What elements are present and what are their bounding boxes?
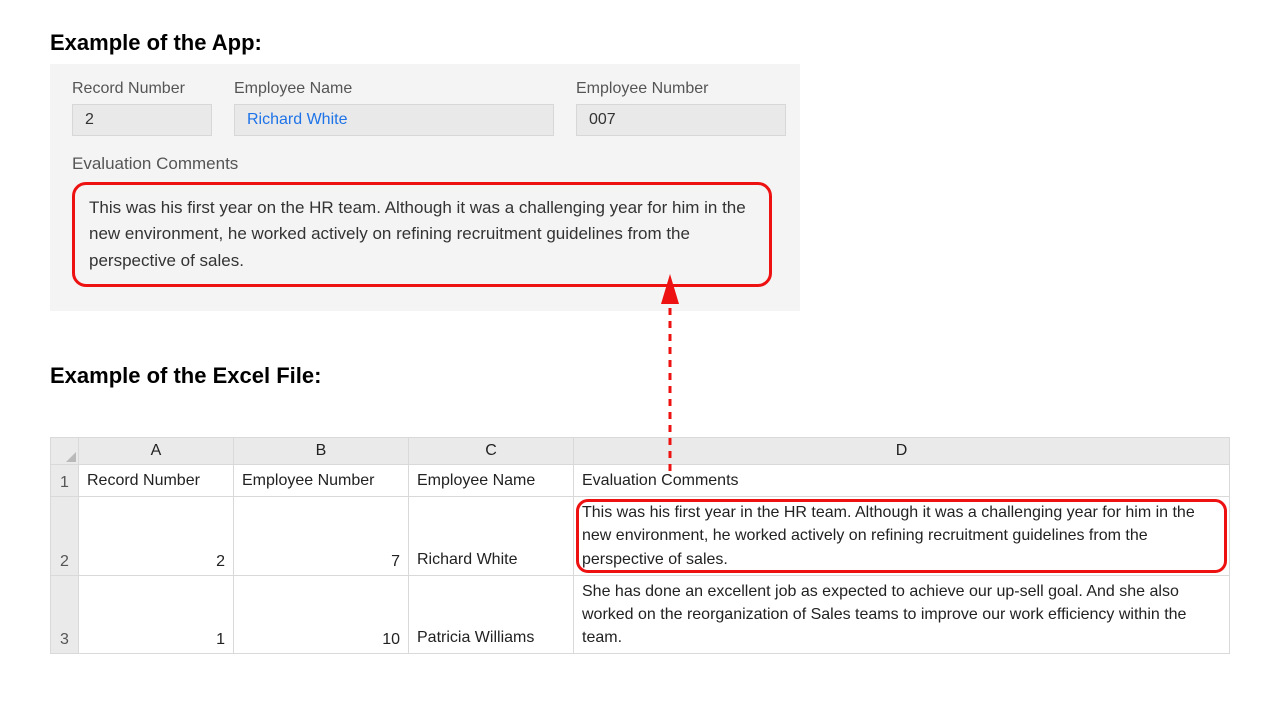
annotation-arrow-icon	[620, 281, 720, 501]
cell-b3[interactable]: 10	[234, 575, 409, 654]
cell-d2-text: This was his first year in the HR team. …	[582, 504, 1195, 567]
row-header-1[interactable]: 1	[51, 465, 79, 497]
select-all-corner[interactable]	[51, 438, 79, 465]
table-row: 3 1 10 Patricia Williams She has done an…	[51, 575, 1230, 654]
section-title-app: Example of the App:	[50, 30, 1230, 56]
cell-a2[interactable]: 2	[79, 497, 234, 576]
cell-c1[interactable]: Employee Name	[409, 465, 574, 497]
row-header-2[interactable]: 2	[51, 497, 79, 576]
field-label: Record Number	[72, 80, 212, 98]
field-value-empno: 007	[576, 104, 786, 136]
field-record-number: Record Number 2	[72, 80, 212, 136]
cell-b2[interactable]: 7	[234, 497, 409, 576]
field-employee-name: Employee Name Richard White	[234, 80, 554, 136]
field-value-record: 2	[72, 104, 212, 136]
col-header-b[interactable]: B	[234, 438, 409, 465]
field-label: Employee Name	[234, 80, 554, 98]
field-value-name-link[interactable]: Richard White	[234, 104, 554, 136]
cell-c2[interactable]: Richard White	[409, 497, 574, 576]
field-employee-number: Employee Number 007	[576, 80, 786, 136]
cell-d3[interactable]: She has done an excellent job as expecte…	[574, 575, 1230, 654]
field-label: Employee Number	[576, 80, 786, 98]
row-header-3[interactable]: 3	[51, 575, 79, 654]
col-header-c[interactable]: C	[409, 438, 574, 465]
evaluation-comments-highlight: This was his first year on the HR team. …	[72, 182, 772, 287]
cell-c3[interactable]: Patricia Williams	[409, 575, 574, 654]
evaluation-label: Evaluation Comments	[72, 154, 778, 174]
app-panel: Record Number 2 Employee Name Richard Wh…	[50, 64, 800, 311]
cell-b1[interactable]: Employee Number	[234, 465, 409, 497]
cell-a1[interactable]: Record Number	[79, 465, 234, 497]
cell-a3[interactable]: 1	[79, 575, 234, 654]
col-header-a[interactable]: A	[79, 438, 234, 465]
table-row: 2 2 7 Richard White This was his first y…	[51, 497, 1230, 576]
cell-d2-highlight[interactable]: This was his first year in the HR team. …	[574, 497, 1230, 576]
